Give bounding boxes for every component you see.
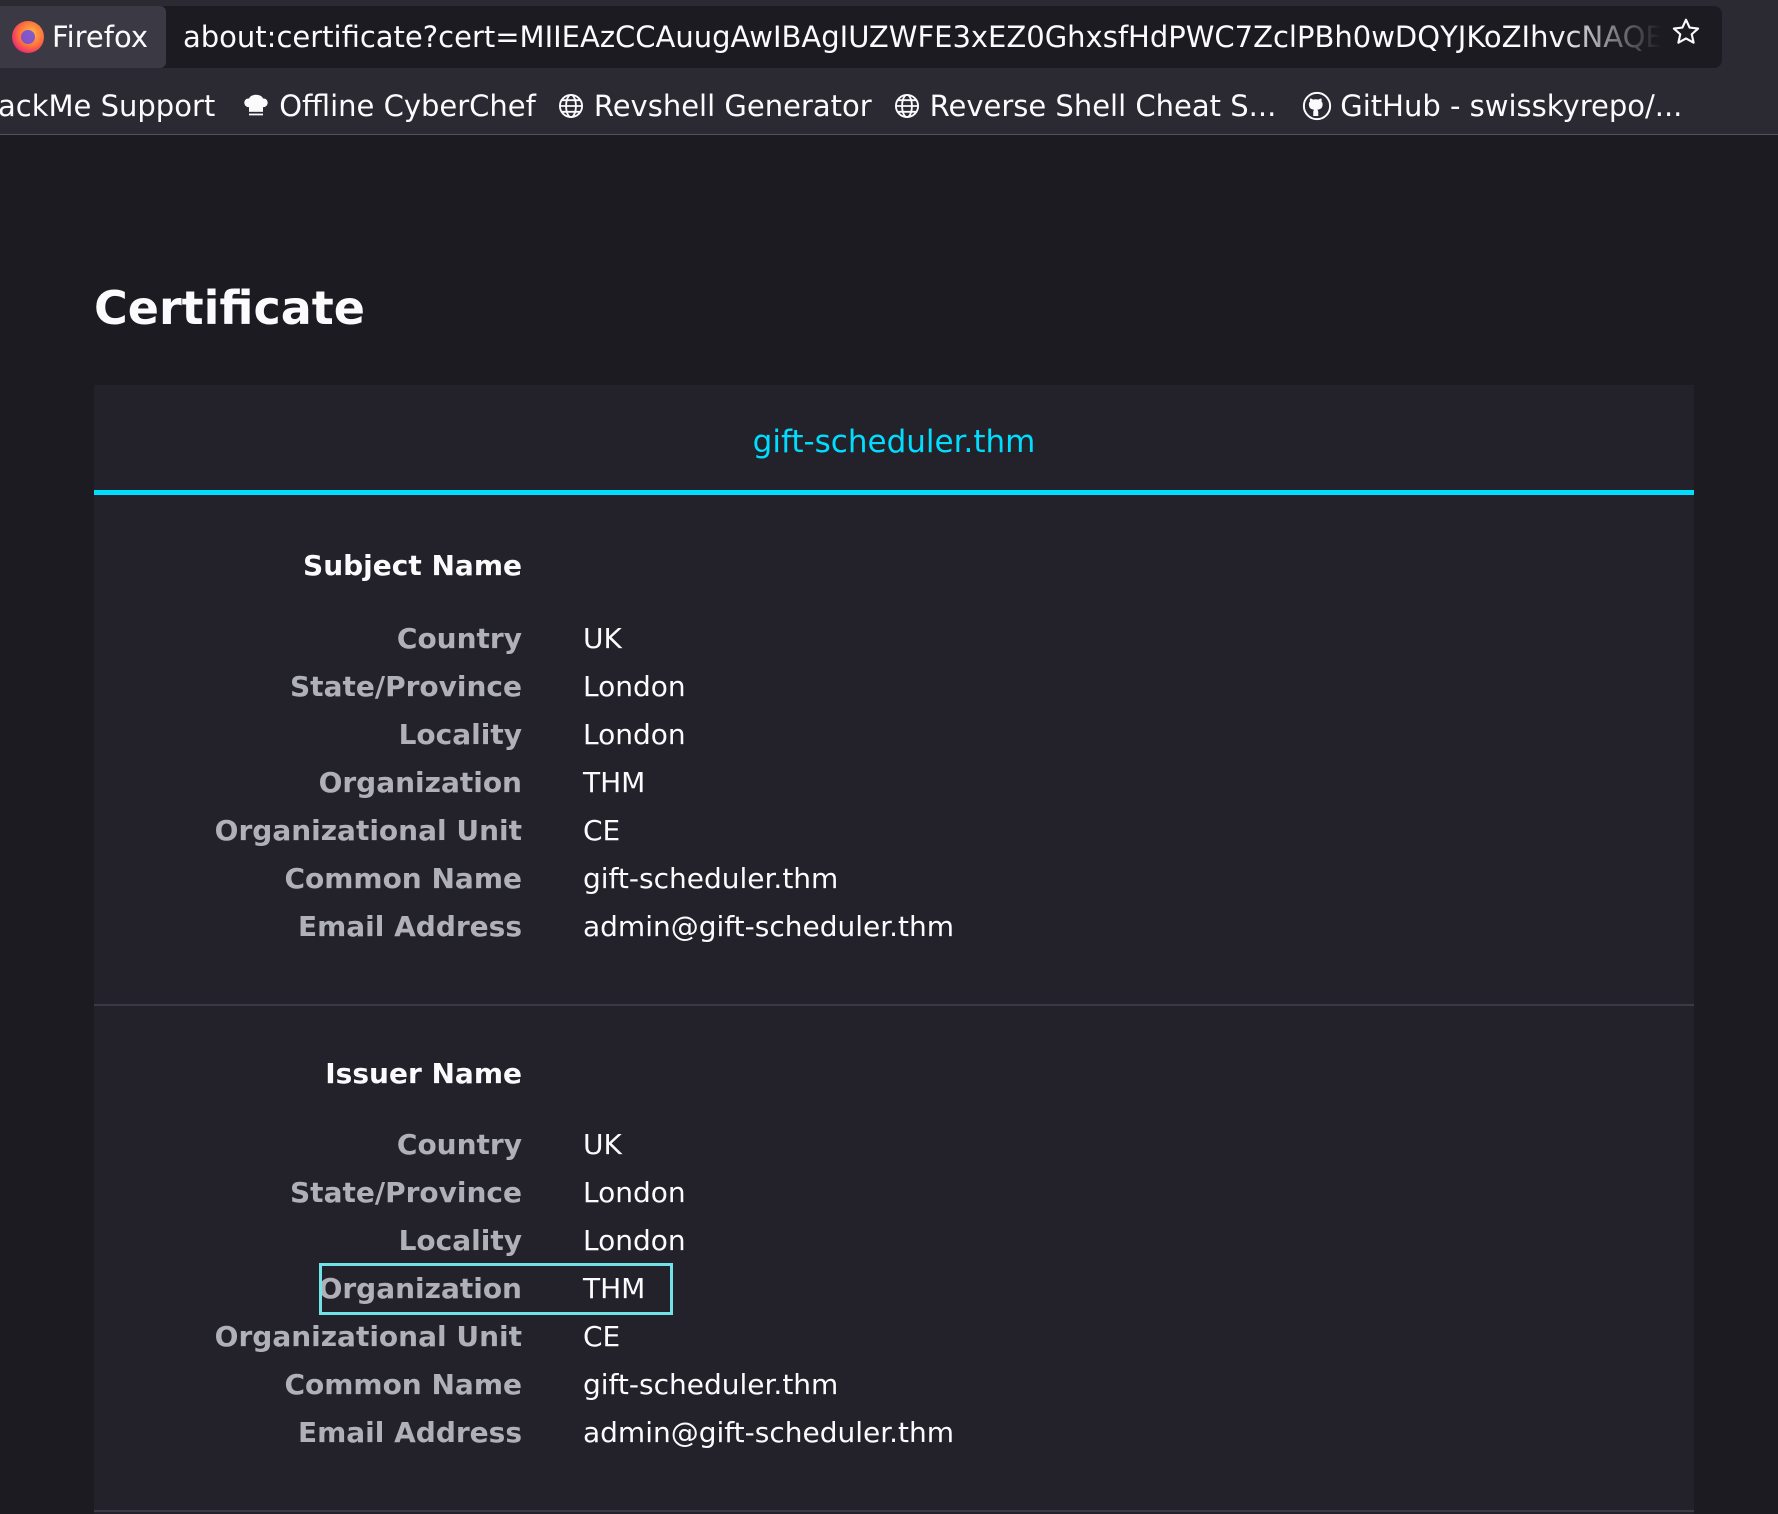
bookmark-label: Offline CyberChef xyxy=(279,89,536,123)
field-label: State/Province xyxy=(290,670,522,703)
globe-icon xyxy=(556,91,586,121)
field-value: London xyxy=(583,1176,686,1209)
field-value: London xyxy=(583,718,686,751)
field-value: CE xyxy=(583,1320,621,1353)
highlight-annotation-box xyxy=(319,1263,673,1315)
field-label: State/Province xyxy=(290,1176,522,1209)
field-value: UK xyxy=(583,622,622,655)
bookmark-offline-cyberchef[interactable]: Offline CyberChef xyxy=(231,78,546,134)
field-value: London xyxy=(583,1224,686,1257)
field-label: Country xyxy=(396,622,522,655)
bookmark-star-icon[interactable] xyxy=(1668,14,1704,50)
address-bar[interactable]: Firefox about:certificate?cert=MIIEAzCCA… xyxy=(0,6,1722,68)
field-label: Locality xyxy=(398,718,522,751)
info-row: Common Name gift-scheduler.thm xyxy=(94,855,1694,903)
firefox-icon xyxy=(12,21,44,53)
github-icon xyxy=(1302,91,1332,121)
chef-hat-icon xyxy=(241,91,271,121)
bookmarks-toolbar: ackMe Support Offline CyberChef Revshell… xyxy=(0,78,1778,135)
field-label: Organization xyxy=(318,766,522,799)
url-text[interactable]: about:certificate?cert=MIIEAzCCAuugAwIBA… xyxy=(183,6,1661,68)
field-label: Organizational Unit xyxy=(214,814,522,847)
field-value: admin@gift-scheduler.thm xyxy=(583,1416,955,1449)
info-row: Country UK xyxy=(94,615,1694,663)
section-divider xyxy=(94,1510,1694,1512)
info-row: Locality London xyxy=(94,711,1694,759)
field-label: Email Address xyxy=(297,1416,522,1449)
field-value: CE xyxy=(583,814,621,847)
field-label: Email Address xyxy=(297,910,522,943)
field-label: Common Name xyxy=(284,1368,522,1401)
field-value: THM xyxy=(583,766,646,799)
bookmark-label: Revshell Generator xyxy=(593,89,872,123)
section-title: Issuer Name xyxy=(325,1057,522,1090)
bookmark-tryhackme-support[interactable]: ackMe Support xyxy=(0,78,231,134)
identity-box[interactable]: Firefox xyxy=(0,6,166,68)
info-row: Organization THM xyxy=(94,759,1694,807)
certificate-card: gift-scheduler.thm Subject Name Country … xyxy=(94,385,1694,1514)
info-row: State/Province London xyxy=(94,1169,1694,1217)
bookmark-label: GitHub - swisskyrepo/... xyxy=(1340,89,1683,123)
field-value: gift-scheduler.thm xyxy=(583,1368,839,1401)
url-toolbar: Firefox about:certificate?cert=MIIEAzCCA… xyxy=(0,0,1778,78)
info-row: Organizational Unit CE xyxy=(94,1313,1694,1361)
identity-label: Firefox xyxy=(52,20,148,54)
info-row: State/Province London xyxy=(94,663,1694,711)
info-row: Locality London xyxy=(94,1217,1694,1265)
info-row: Organizational Unit CE xyxy=(94,807,1694,855)
page-title: Certificate xyxy=(94,281,365,335)
field-value: London xyxy=(583,670,686,703)
globe-icon xyxy=(892,91,922,121)
info-row: Common Name gift-scheduler.thm xyxy=(94,1361,1694,1409)
field-value: gift-scheduler.thm xyxy=(583,862,839,895)
info-row: Email Address admin@gift-scheduler.thm xyxy=(94,1409,1694,1457)
bookmark-reverse-shell-cheat-sheet[interactable]: Reverse Shell Cheat S... xyxy=(882,78,1287,134)
field-label: Locality xyxy=(398,1224,522,1257)
bookmark-label: Reverse Shell Cheat S... xyxy=(929,89,1277,123)
field-value: admin@gift-scheduler.thm xyxy=(583,910,955,943)
bookmark-label: ackMe Support xyxy=(0,89,216,123)
tab-label: gift-scheduler.thm xyxy=(752,423,1036,460)
section-title: Subject Name xyxy=(303,549,522,582)
bookmark-revshell-generator[interactable]: Revshell Generator xyxy=(546,78,882,134)
field-value: UK xyxy=(583,1128,622,1161)
section-divider xyxy=(94,1004,1694,1006)
field-label: Country xyxy=(396,1128,522,1161)
info-row: Email Address admin@gift-scheduler.thm xyxy=(94,903,1694,951)
info-row: Country UK xyxy=(94,1121,1694,1169)
field-label: Organizational Unit xyxy=(214,1320,522,1353)
field-label: Common Name xyxy=(284,862,522,895)
tab-certificate[interactable]: gift-scheduler.thm xyxy=(94,385,1694,495)
bookmark-github-swisskyrepo[interactable]: GitHub - swisskyrepo/... xyxy=(1292,78,1692,134)
